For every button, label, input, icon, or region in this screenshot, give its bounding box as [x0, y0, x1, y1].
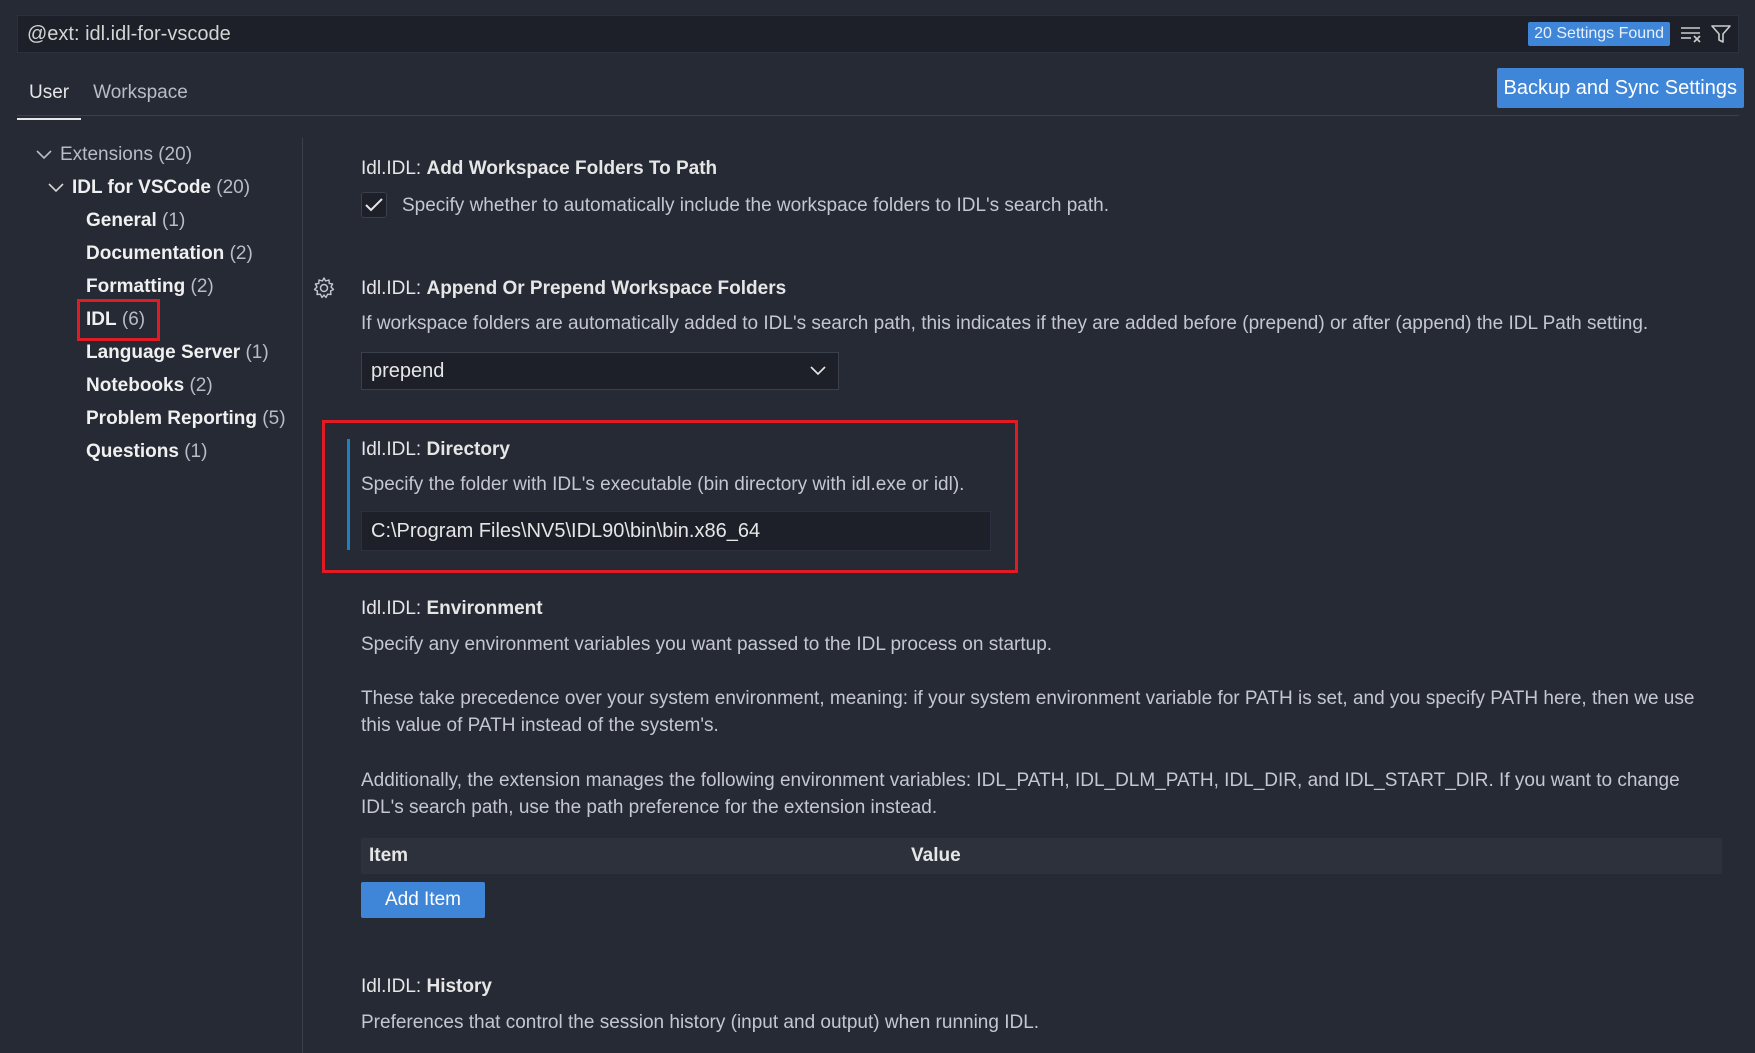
settings-search-bar: 20 Settings Found: [17, 15, 1739, 53]
column-header-value: Value: [911, 845, 961, 866]
append-prepend-selected-value: prepend: [371, 359, 445, 382]
clear-filter-icon[interactable]: [1678, 21, 1704, 47]
chevron-down-icon: [810, 366, 826, 376]
column-header-item: Item: [369, 845, 409, 866]
idl-toc-highlight-box: [77, 299, 160, 341]
add-item-button[interactable]: Add Item: [361, 882, 485, 918]
setting-desc-environment-1: Specify any environment variables you wa…: [361, 634, 1053, 655]
filter-icon[interactable]: [1708, 21, 1734, 47]
backup-sync-button[interactable]: Backup and Sync Settings: [1496, 68, 1744, 108]
toc-questions[interactable]: Questions (1): [86, 435, 207, 468]
setting-title-append-prepend: Idl.IDL: Append Or Prepend Workspace Fol…: [361, 278, 787, 299]
toc-general[interactable]: General (1): [86, 204, 185, 237]
chevron-down-icon: [36, 138, 54, 171]
directory-input[interactable]: [361, 511, 991, 551]
setting-desc-environment-3: Additionally, the extension manages the …: [361, 770, 1680, 818]
settings-toc-sidebar: Extensions (20) IDL for VSCode (20) Gene…: [0, 138, 303, 1053]
toc-extensions[interactable]: Extensions (20): [36, 138, 192, 171]
setting-desc-directory: Specify the folder with IDL's executable…: [361, 474, 965, 495]
gear-icon[interactable]: [312, 276, 336, 305]
settings-found-badge: 20 Settings Found: [1528, 22, 1670, 46]
setting-desc-history: Preferences that control the session his…: [361, 1012, 1040, 1033]
tab-user[interactable]: User: [17, 70, 82, 120]
setting-title-directory: Idl.IDL: Directory: [361, 439, 510, 460]
tabs-divider: [17, 115, 1739, 116]
tab-workspace[interactable]: Workspace: [81, 70, 200, 120]
setting-desc-add-folders: Specify whether to automatically include…: [402, 195, 1109, 216]
settings-scope-tabs: User Workspace: [17, 70, 200, 120]
toc-problem-reporting[interactable]: Problem Reporting (5): [86, 402, 286, 435]
setting-desc-environment-2: These take precedence over your system e…: [361, 688, 1695, 736]
toc-idl-for-vscode[interactable]: IDL for VSCode (20): [48, 171, 250, 204]
toc-notebooks[interactable]: Notebooks (2): [86, 369, 213, 402]
setting-title-environment: Idl.IDL: Environment: [361, 598, 543, 619]
checkmark-icon: [365, 198, 383, 212]
setting-desc-append-prepend: If workspace folders are automatically a…: [361, 313, 1649, 334]
add-folders-checkbox[interactable]: [361, 192, 387, 218]
toc-documentation[interactable]: Documentation (2): [86, 237, 253, 270]
focus-indicator: [347, 439, 350, 550]
append-prepend-select[interactable]: prepend: [361, 352, 839, 390]
chevron-down-icon: [48, 171, 66, 204]
setting-title-add-folders: Idl.IDL: Add Workspace Folders To Path: [361, 158, 718, 179]
environment-table-header: Item Value: [361, 838, 1722, 874]
settings-search-input[interactable]: [18, 16, 1529, 52]
setting-title-history: Idl.IDL: History: [361, 976, 492, 997]
